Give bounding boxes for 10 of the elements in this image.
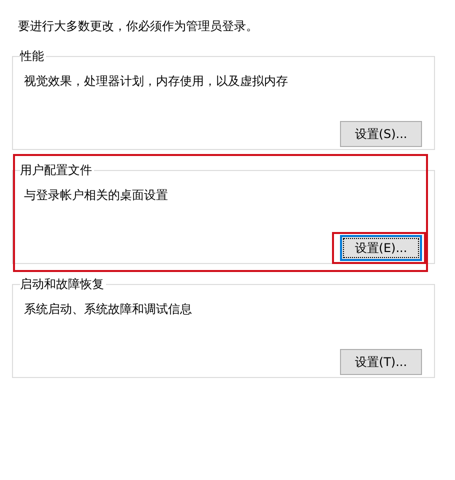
- group-title: 用户配置文件: [20, 162, 93, 179]
- group-title: 启动和故障恢复: [20, 276, 105, 293]
- settings-button[interactable]: 设置(E)...: [340, 235, 422, 261]
- group-title: 性能: [20, 48, 45, 65]
- settings-button[interactable]: 设置(S)...: [340, 121, 422, 147]
- group-description: 与登录帐户相关的桌面设置: [24, 187, 169, 204]
- settings-button[interactable]: 设置(T)...: [340, 349, 422, 375]
- intro-text: 要进行大多数更改，你必须作为管理员登录。: [17, 18, 259, 35]
- group-description: 视觉效果，处理器计划，内存使用，以及虚拟内存: [24, 73, 289, 90]
- group-description: 系统启动、系统故障和调试信息: [24, 301, 193, 318]
